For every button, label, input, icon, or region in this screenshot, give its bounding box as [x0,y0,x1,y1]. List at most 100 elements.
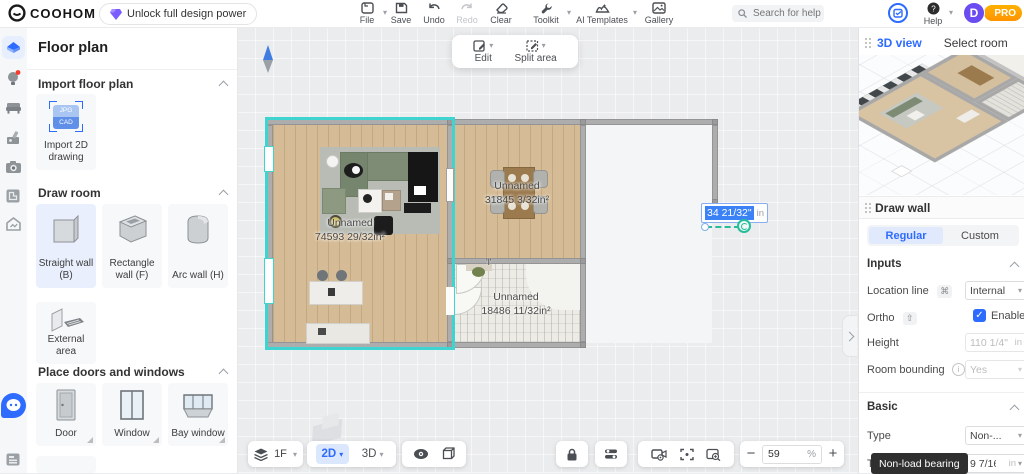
unenclosed-area-floor[interactable] [586,125,712,343]
help-search[interactable] [732,5,825,22]
tab-regular[interactable]: Regular [869,227,943,244]
render-camera-icon[interactable] [5,160,22,177]
wall-joint[interactable] [580,342,586,348]
wall-top[interactable] [267,119,718,125]
wall-joint[interactable] [580,119,586,125]
cube-view-icon[interactable] [440,447,455,461]
collapse-chevron-icon[interactable] [1009,404,1020,415]
construction-plan-icon[interactable] [5,188,22,205]
decorate-icon[interactable] [5,130,22,147]
straight-wall-card[interactable]: Straight wall (B) [36,204,96,288]
camera-settings-icon[interactable] [651,448,667,461]
import-2d-drawing-card[interactable]: JPG CAD Import 2D drawing [36,94,96,170]
ortho-checkbox[interactable]: ✓ [973,309,986,322]
card-label: Straight wall (B) [38,258,94,281]
logo-text[interactable]: COOHOM [30,6,96,21]
toolkit-menu[interactable]: Toolkit [526,1,566,26]
panel-collapse-handle[interactable] [842,315,857,357]
chat-support-icon[interactable] [1,393,26,418]
wall-joint[interactable] [447,119,453,125]
collapse-chevron-icon[interactable] [218,368,229,379]
window-card[interactable]: Window [102,383,162,446]
wall-length-input[interactable]: 34 21/32" in [701,203,769,223]
mode-3d-button[interactable]: 3D ▾ [358,448,388,460]
card-label: Rectangle wall (F) [109,258,155,281]
window-internal[interactable] [446,168,454,202]
door-card[interactable]: Door [36,383,96,446]
wall-joint[interactable] [712,119,718,125]
drag-handle-icon[interactable] [865,38,867,40]
green-mat[interactable] [322,188,346,214]
tasks-icon[interactable] [888,3,908,23]
clear-menu[interactable]: Clear [486,1,516,26]
coohom-logo-icon[interactable] [8,4,26,27]
stool[interactable] [336,270,347,281]
wall-joint[interactable] [580,258,586,264]
rectangle-wall-card[interactable]: Rectangle wall (F) [102,204,162,288]
wall-joint[interactable] [447,342,453,348]
collapse-chevron-icon[interactable] [218,80,229,91]
floorplan-tool-icon[interactable] [5,39,22,56]
tab-3d-view[interactable]: 3D view [877,36,922,50]
height-input[interactable]: 110 1/4" in [965,333,1024,352]
wall-end-handle[interactable] [737,219,751,233]
unlock-design-power-button[interactable]: Unlock full design power [99,3,258,25]
ideas-icon[interactable] [5,70,22,87]
eye-icon[interactable] [413,448,429,460]
thickness-dropdown[interactable]: 9 7/16" in ▾ [965,454,1024,473]
settings-toggles-tool[interactable] [595,441,627,467]
zoom-level-field[interactable]: 59 % [761,444,822,464]
door-opening[interactable] [446,287,454,315]
zoom-in-button[interactable]: + [829,446,838,461]
3d-view-preview[interactable] [859,55,1024,195]
tab-custom[interactable]: Custom [943,227,1017,244]
wall-internal-2[interactable] [580,125,586,342]
drag-handle-icon[interactable] [865,202,867,205]
ortho-checkbox-label[interactable]: Enable [991,308,1024,324]
tab-select-room[interactable]: Select room [944,36,1008,50]
arc-wall-card[interactable]: Arc wall (H) [168,204,228,288]
focus-center-icon[interactable] [679,448,694,461]
guide-book-icon[interactable] [5,452,22,469]
pro-badge[interactable]: PRO [984,5,1022,21]
file-menu[interactable]: File [352,1,382,26]
location-line-dropdown[interactable]: Internal ▾ [965,281,1024,300]
furnish-icon[interactable] [5,100,22,117]
collapse-chevron-icon[interactable] [1009,261,1020,272]
avatar[interactable]: D [963,2,985,24]
type-dropdown[interactable]: Non-... ▾ [965,426,1024,445]
room-label-living[interactable]: Unnamed 74593 29/32in² [290,216,410,244]
wall-joint[interactable] [447,258,453,264]
collapse-chevron-icon[interactable] [218,189,229,200]
floor-selector[interactable]: 1F ▾ [248,441,303,467]
kitchen-counter[interactable] [306,323,370,344]
lock-tool[interactable] [556,441,588,467]
piano-bench[interactable] [404,203,431,213]
partial-card[interactable] [36,456,96,473]
zoom-area-icon[interactable] [706,448,721,461]
floor-lamp[interactable] [326,155,339,168]
wall-partial-right[interactable] [712,125,718,205]
bay-window-card[interactable]: Bay window [168,383,228,446]
split-area-button[interactable]: ▾ Split area [514,39,557,64]
room-bounding-dropdown[interactable]: Yes ▾ [965,360,1024,379]
wall-start-handle[interactable] [701,223,709,231]
undo-menu[interactable]: Undo [419,1,449,26]
external-area-card[interactable]: External area [36,302,96,364]
mode-2d-button[interactable]: 2D ▾ [315,444,350,464]
window-left-1[interactable] [264,146,274,172]
help-menu[interactable]: ? Help [918,1,948,26]
plant[interactable] [472,267,485,277]
window-left-2[interactable] [264,258,274,304]
zoom-out-button[interactable]: − [747,446,756,461]
stool[interactable] [317,270,328,281]
room-label-dining[interactable]: Unnamed 31845 3/32in² [457,179,577,207]
save-menu[interactable]: Save [386,1,416,26]
my-home-icon[interactable] [5,216,22,233]
gallery-menu[interactable]: Gallery [640,1,678,26]
room-label-bath[interactable]: Unnamed 18486 11/32in² [456,290,576,318]
ai-templates-menu[interactable]: AI Templates [573,1,631,26]
kitchen-island[interactable] [309,281,363,305]
search-input[interactable] [751,7,825,20]
edit-button[interactable]: ▾ Edit [473,39,493,64]
